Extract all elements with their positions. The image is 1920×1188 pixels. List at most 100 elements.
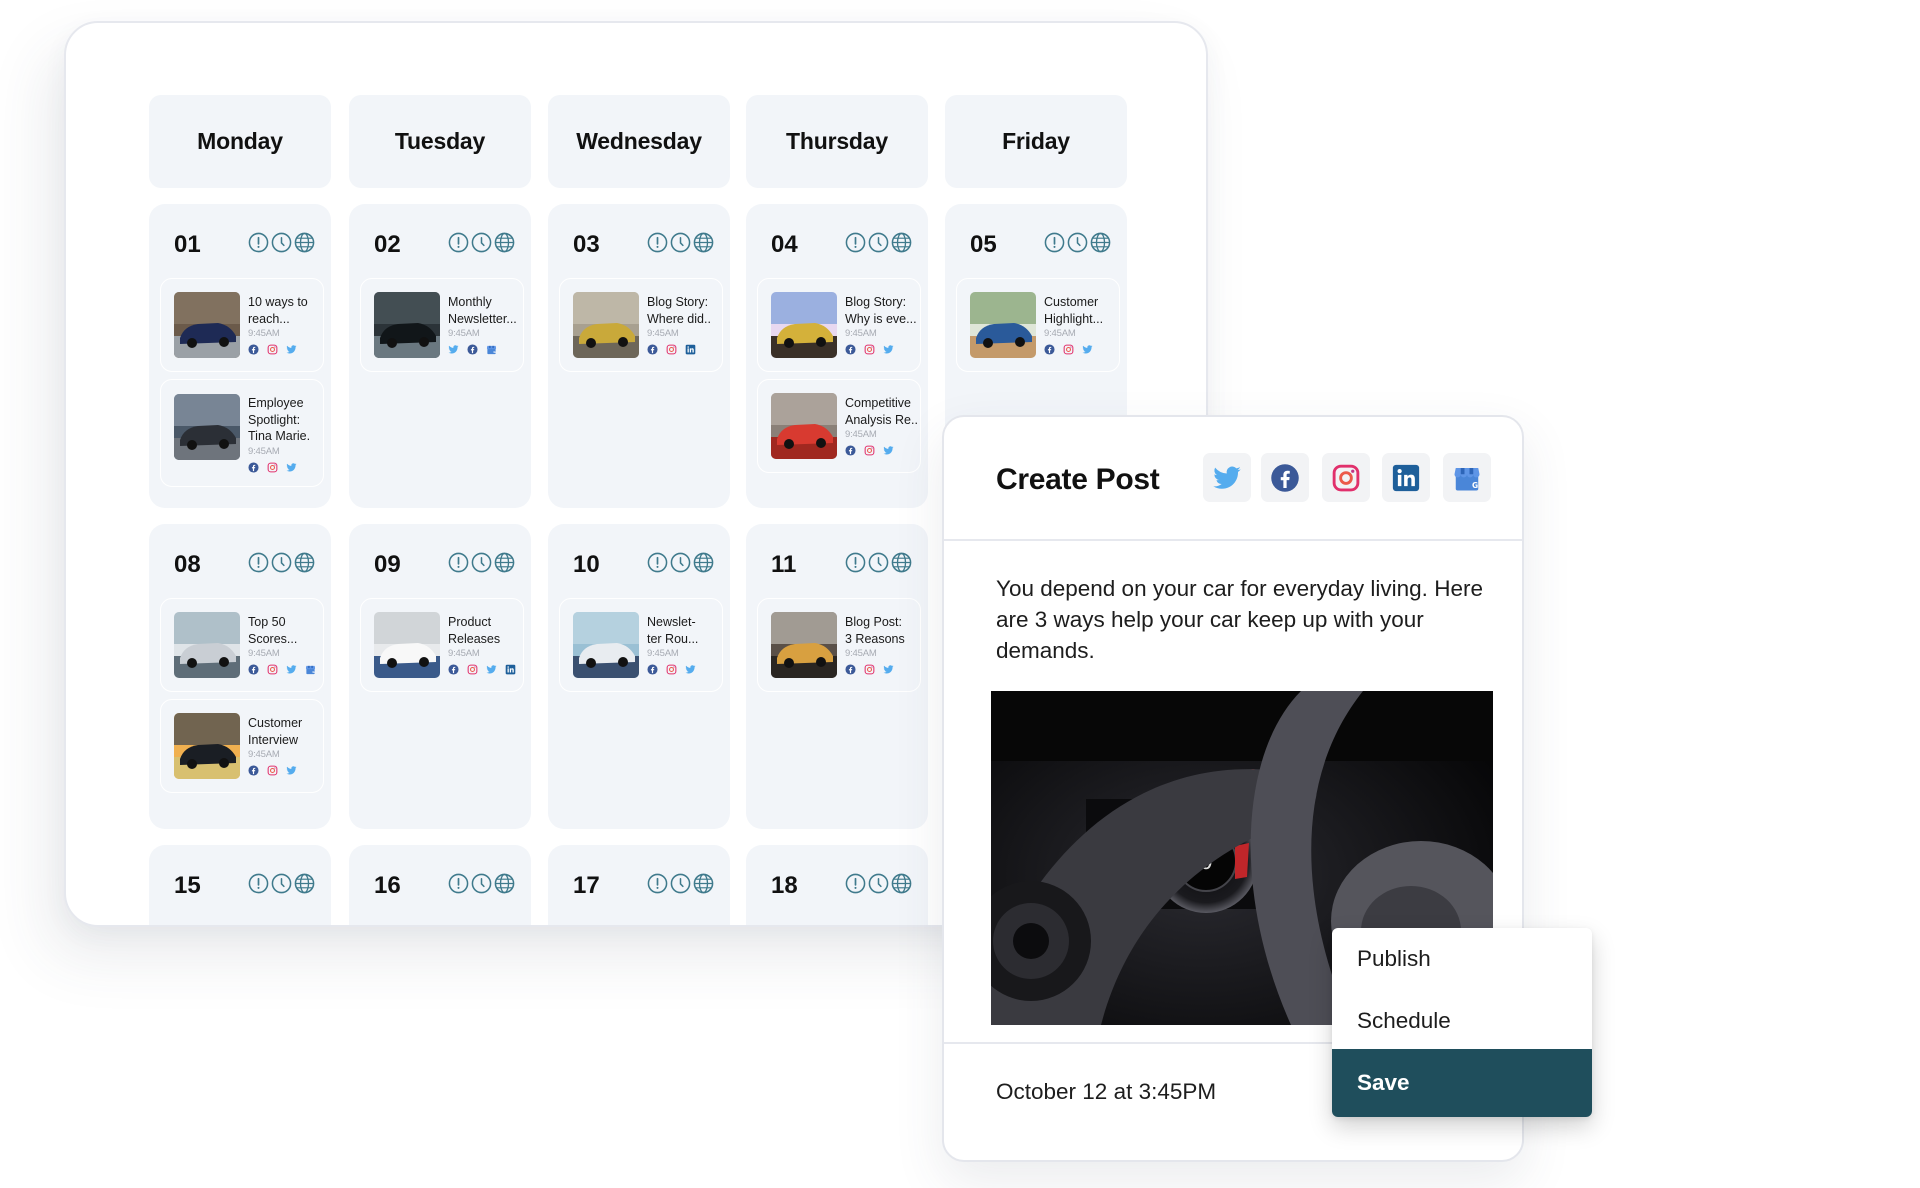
post-card[interactable]: Newslet- ter Rou... 9:45AM — [559, 598, 723, 692]
google-business-icon: G — [1452, 463, 1482, 493]
day-cell[interactable]: 17 — [548, 845, 730, 925]
globe-icon[interactable] — [693, 873, 714, 894]
post-title: Customer Interview — [248, 716, 303, 747]
alert-icon[interactable] — [845, 232, 866, 253]
schedule-option[interactable]: Schedule — [1332, 990, 1592, 1052]
instagram-icon — [666, 344, 677, 355]
day-number: 03 — [573, 231, 600, 258]
post-card[interactable]: Customer Highlight... 9:45AM — [956, 278, 1120, 372]
day-cell[interactable]: 03 Blog Story: Where did.. 9:45AM — [548, 204, 730, 508]
day-cell[interactable]: 09 Product Releases 9:45AM — [349, 524, 531, 829]
google-business-icon: G — [305, 664, 316, 675]
globe-icon[interactable] — [294, 232, 315, 253]
globe-icon[interactable] — [494, 873, 515, 894]
post-body-text[interactable]: You depend on your car for everyday livi… — [996, 573, 1486, 666]
alert-icon[interactable] — [448, 873, 469, 894]
clock-icon[interactable] — [670, 552, 691, 573]
day-status-icons — [448, 552, 515, 573]
post-card[interactable]: Blog Story: Where did.. 9:45AM — [559, 278, 723, 372]
facebook-icon — [845, 445, 856, 456]
post-networks — [845, 445, 921, 456]
alert-icon[interactable] — [248, 873, 269, 894]
globe-icon[interactable] — [494, 232, 515, 253]
day-cell[interactable]: 10 Newslet- ter Rou... 9:45AM — [548, 524, 730, 829]
clock-icon[interactable] — [271, 552, 292, 573]
alert-icon[interactable] — [1044, 232, 1065, 253]
facebook-toggle-button[interactable] — [1261, 453, 1309, 502]
globe-icon[interactable] — [294, 873, 315, 894]
globe-icon[interactable] — [494, 552, 515, 573]
post-card[interactable]: Employee Spotlight: Tina Marie. 9:45AM — [160, 379, 324, 487]
alert-icon[interactable] — [647, 873, 668, 894]
clock-icon[interactable] — [670, 873, 691, 894]
globe-icon[interactable] — [1090, 232, 1111, 253]
post-card[interactable]: Customer Interview 9:45AM — [160, 699, 324, 793]
post-time: 9:45AM — [248, 648, 280, 659]
post-card[interactable]: Blog Post: 3 Reasons 9:45AM — [757, 598, 921, 692]
post-card[interactable]: Monthly Newsletter... 9:45AM G — [360, 278, 524, 372]
linkedin-icon — [685, 344, 696, 355]
day-cell[interactable]: 18 — [746, 845, 928, 925]
facebook-icon — [248, 664, 259, 675]
clock-icon[interactable] — [670, 232, 691, 253]
instagram-icon — [864, 664, 875, 675]
day-cell[interactable]: 15 — [149, 845, 331, 925]
clock-icon[interactable] — [271, 232, 292, 253]
day-number: 17 — [573, 872, 600, 899]
globe-icon[interactable] — [891, 232, 912, 253]
post-thumbnail — [174, 292, 240, 358]
post-title: Employee Spotlight: Tina Marie. — [248, 396, 311, 443]
clock-icon[interactable] — [471, 232, 492, 253]
globe-icon[interactable] — [891, 552, 912, 573]
clock-icon[interactable] — [868, 552, 889, 573]
clock-icon[interactable] — [868, 873, 889, 894]
google-business-toggle-button[interactable]: G — [1443, 453, 1491, 502]
alert-icon[interactable] — [448, 232, 469, 253]
post-card[interactable]: 10 ways to reach... 9:45AM — [160, 278, 324, 372]
globe-icon[interactable] — [693, 552, 714, 573]
day-status-icons — [448, 232, 515, 253]
alert-icon[interactable] — [647, 232, 668, 253]
google-business-icon: G — [486, 344, 497, 355]
day-cell[interactable]: 11 Blog Post: 3 Reasons 9:45AM — [746, 524, 928, 829]
schedule-datetime[interactable]: October 12 at 3:45PM — [996, 1079, 1216, 1105]
clock-icon[interactable] — [1067, 232, 1088, 253]
post-card[interactable]: Blog Story: Why is eve... 9:45AM — [757, 278, 921, 372]
save-option[interactable]: Save — [1332, 1049, 1592, 1117]
publish-option[interactable]: Publish — [1332, 928, 1592, 990]
clock-icon[interactable] — [471, 873, 492, 894]
post-networks — [1044, 344, 1120, 355]
clock-icon[interactable] — [868, 232, 889, 253]
linkedin-toggle-button[interactable] — [1382, 453, 1430, 502]
twitter-icon — [685, 664, 696, 675]
clock-icon[interactable] — [271, 873, 292, 894]
day-cell[interactable]: 02 Monthly Newsletter... 9:45AM G — [349, 204, 531, 508]
globe-icon[interactable] — [294, 552, 315, 573]
day-cell[interactable]: 16 — [349, 845, 531, 925]
alert-icon[interactable] — [845, 873, 866, 894]
alert-icon[interactable] — [647, 552, 668, 573]
facebook-icon — [1044, 344, 1055, 355]
instagram-toggle-button[interactable] — [1322, 453, 1370, 502]
post-card[interactable]: Competitive Analysis Re.. 9:45AM — [757, 379, 921, 473]
post-card[interactable]: Top 50 Scores... 9:45AM G — [160, 598, 324, 692]
day-cell[interactable]: 01 10 ways to reach... 9:45AM Employee Spot… — [149, 204, 331, 508]
facebook-icon — [647, 664, 658, 675]
post-time: 9:45AM — [448, 328, 480, 339]
alert-icon[interactable] — [845, 552, 866, 573]
day-cell[interactable]: 04 Blog Story: Why is eve... 9:45AM Competi… — [746, 204, 928, 508]
clock-icon[interactable] — [471, 552, 492, 573]
globe-icon[interactable] — [693, 232, 714, 253]
day-cell[interactable]: 08 Top 50 Scores... 9:45AM G Customer Interv… — [149, 524, 331, 829]
alert-icon[interactable] — [248, 232, 269, 253]
post-networks — [647, 344, 723, 355]
weekday-header-tuesday: Tuesday — [349, 95, 531, 188]
post-card[interactable]: Product Releases 9:45AM — [360, 598, 524, 692]
alert-icon[interactable] — [248, 552, 269, 573]
globe-icon[interactable] — [891, 873, 912, 894]
post-thumbnail — [771, 292, 837, 358]
alert-icon[interactable] — [448, 552, 469, 573]
linkedin-icon — [505, 664, 516, 675]
twitter-toggle-button[interactable] — [1203, 453, 1251, 502]
twitter-icon — [286, 765, 297, 776]
